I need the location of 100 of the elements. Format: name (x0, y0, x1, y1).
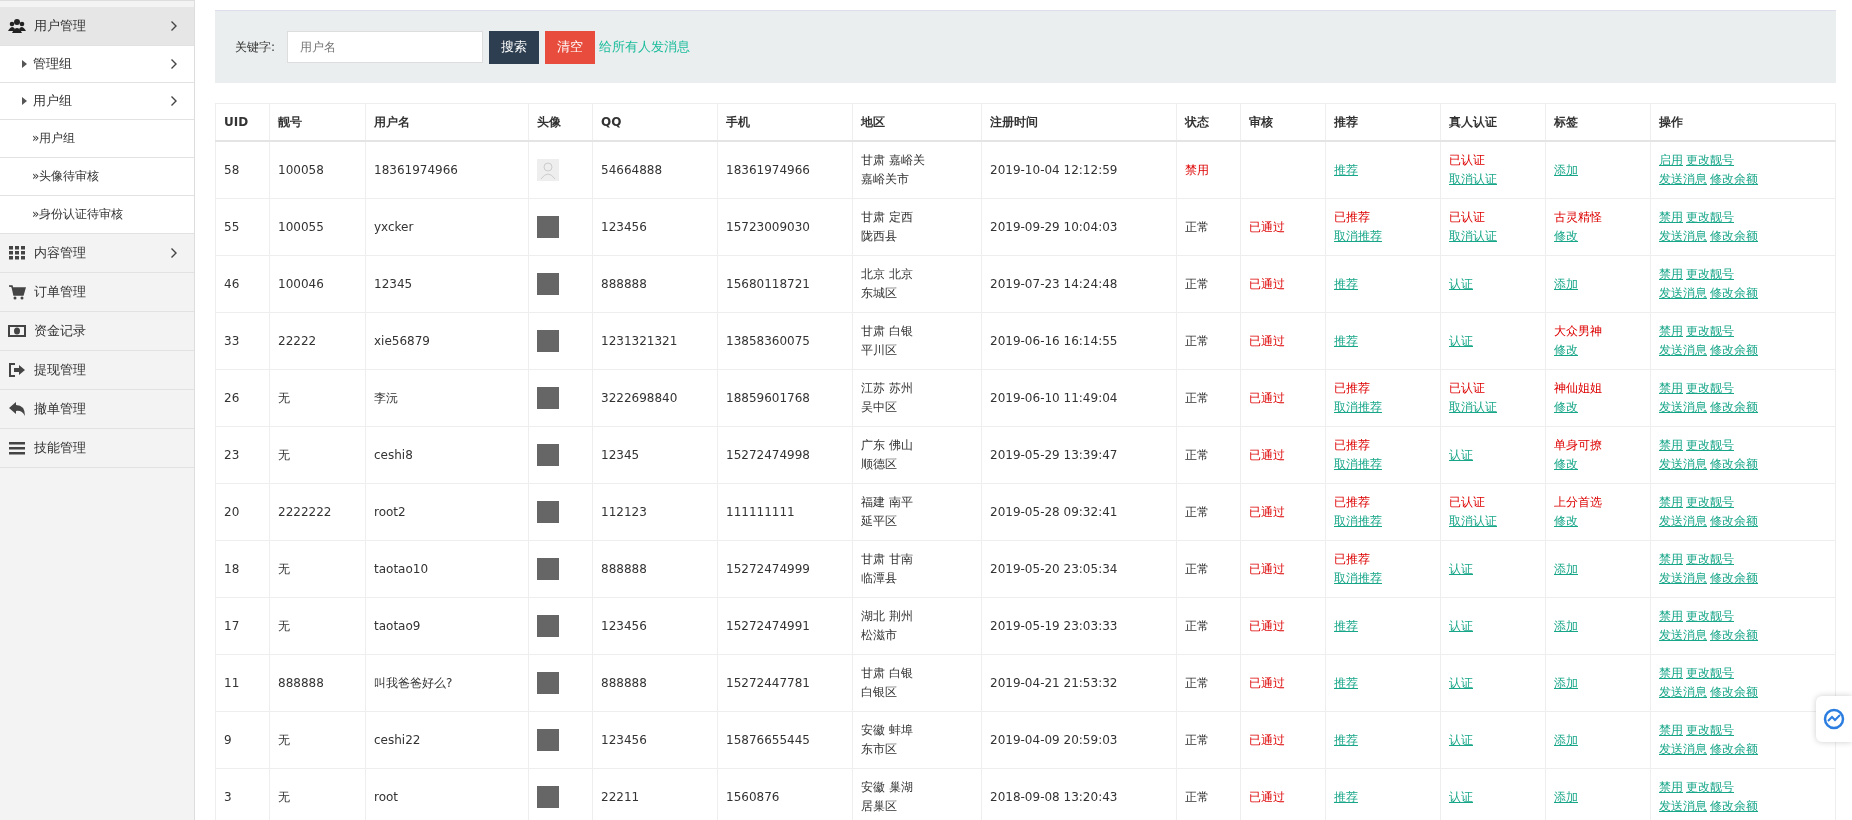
sidebar-item[interactable]: 资金记录 (0, 312, 194, 351)
submenu-link[interactable]: »用户组 (0, 120, 194, 158)
action-link[interactable]: 发送消息 (1659, 457, 1707, 471)
action-link[interactable]: 修改余额 (1710, 571, 1758, 585)
broadcast-message-link[interactable]: 给所有人发消息 (599, 38, 691, 56)
action-link[interactable]: 禁用 (1659, 609, 1683, 623)
action-link[interactable]: 取消认证 (1449, 170, 1497, 189)
submenu-item[interactable]: 管理组 (0, 46, 194, 83)
action-link[interactable]: 更改靓号 (1686, 438, 1734, 452)
floating-helper-button[interactable] (1816, 696, 1852, 742)
action-link[interactable]: 修改 (1554, 227, 1578, 246)
action-link[interactable]: 更改靓号 (1686, 780, 1734, 794)
action-link[interactable]: 添加 (1554, 616, 1578, 636)
action-link[interactable]: 发送消息 (1659, 514, 1707, 528)
sidebar-item[interactable]: 技能管理 (0, 429, 194, 468)
action-link[interactable]: 修改余额 (1710, 799, 1758, 813)
action-link[interactable]: 发送消息 (1659, 571, 1707, 585)
action-link[interactable]: 取消认证 (1449, 512, 1497, 531)
submenu-link[interactable]: »身份认证待审核 (0, 196, 194, 234)
action-link[interactable]: 添加 (1554, 787, 1578, 807)
action-link[interactable]: 更改靓号 (1686, 666, 1734, 680)
action-link[interactable]: 修改余额 (1710, 742, 1758, 756)
action-link[interactable]: 更改靓号 (1686, 324, 1734, 338)
action-link[interactable]: 推荐 (1334, 331, 1358, 351)
action-link[interactable]: 认证 (1449, 787, 1473, 807)
search-button[interactable]: 搜索 (489, 30, 540, 64)
action-link[interactable]: 修改 (1554, 455, 1578, 474)
action-link[interactable]: 发送消息 (1659, 628, 1707, 642)
action-link[interactable]: 推荐 (1334, 787, 1358, 807)
action-link[interactable]: 推荐 (1334, 730, 1358, 750)
clear-button[interactable]: 清空 (545, 30, 596, 64)
action-link[interactable]: 推荐 (1334, 616, 1358, 636)
action-link[interactable]: 发送消息 (1659, 685, 1707, 699)
sidebar-item[interactable]: 内容管理 (0, 234, 194, 273)
sidebar-item[interactable]: 提现管理 (0, 351, 194, 390)
search-field[interactable]: 用户名 (287, 31, 484, 63)
action-link[interactable]: 禁用 (1659, 495, 1683, 509)
action-link[interactable]: 更改靓号 (1686, 552, 1734, 566)
action-link[interactable]: 修改 (1554, 341, 1578, 360)
action-link[interactable]: 更改靓号 (1686, 153, 1734, 167)
action-link[interactable]: 修改余额 (1710, 172, 1758, 186)
action-link[interactable]: 禁用 (1659, 381, 1683, 395)
submenu-item[interactable]: 用户组 (0, 83, 194, 120)
action-link[interactable]: 更改靓号 (1686, 381, 1734, 395)
sidebar-item[interactable]: 订单管理 (0, 273, 194, 312)
action-link[interactable]: 发送消息 (1659, 742, 1707, 756)
action-link[interactable]: 认证 (1449, 274, 1473, 294)
action-link[interactable]: 取消推荐 (1334, 455, 1382, 474)
action-link[interactable]: 修改 (1554, 398, 1578, 417)
action-link[interactable]: 禁用 (1659, 666, 1683, 680)
submenu-link[interactable]: »头像待审核 (0, 158, 194, 196)
action-link[interactable]: 修改余额 (1710, 514, 1758, 528)
action-link[interactable]: 更改靓号 (1686, 609, 1734, 623)
action-link[interactable]: 取消推荐 (1334, 569, 1382, 588)
action-link[interactable]: 取消推荐 (1334, 398, 1382, 417)
action-link[interactable]: 更改靓号 (1686, 495, 1734, 509)
action-link[interactable]: 认证 (1449, 331, 1473, 351)
action-link[interactable]: 推荐 (1334, 160, 1358, 180)
action-link[interactable]: 禁用 (1659, 723, 1683, 737)
action-link[interactable]: 添加 (1554, 673, 1578, 693)
sidebar-item[interactable]: 用户管理 (0, 7, 194, 46)
action-link[interactable]: 启用 (1659, 153, 1683, 167)
action-link[interactable]: 取消认证 (1449, 398, 1497, 417)
action-link[interactable]: 认证 (1449, 445, 1473, 465)
action-link[interactable]: 修改余额 (1710, 457, 1758, 471)
action-link[interactable]: 推荐 (1334, 673, 1358, 693)
action-link[interactable]: 添加 (1554, 559, 1578, 579)
action-link[interactable]: 修改余额 (1710, 400, 1758, 414)
action-link[interactable]: 认证 (1449, 730, 1473, 750)
action-link[interactable]: 禁用 (1659, 780, 1683, 794)
action-link[interactable]: 发送消息 (1659, 172, 1707, 186)
action-link[interactable]: 修改余额 (1710, 343, 1758, 357)
sidebar-item[interactable]: 撤单管理 (0, 390, 194, 429)
action-link[interactable]: 更改靓号 (1686, 267, 1734, 281)
action-link[interactable]: 修改余额 (1710, 685, 1758, 699)
action-link[interactable]: 发送消息 (1659, 286, 1707, 300)
action-link[interactable]: 取消推荐 (1334, 512, 1382, 531)
action-link[interactable]: 发送消息 (1659, 400, 1707, 414)
action-link[interactable]: 推荐 (1334, 274, 1358, 294)
action-link[interactable]: 发送消息 (1659, 799, 1707, 813)
action-link[interactable]: 认证 (1449, 673, 1473, 693)
action-link[interactable]: 发送消息 (1659, 229, 1707, 243)
action-link[interactable]: 更改靓号 (1686, 210, 1734, 224)
action-link[interactable]: 禁用 (1659, 438, 1683, 452)
action-link[interactable]: 禁用 (1659, 324, 1683, 338)
action-link[interactable]: 修改 (1554, 512, 1578, 531)
action-link[interactable]: 修改余额 (1710, 229, 1758, 243)
action-link[interactable]: 禁用 (1659, 210, 1683, 224)
action-link[interactable]: 更改靓号 (1686, 723, 1734, 737)
action-link[interactable]: 取消推荐 (1334, 227, 1382, 246)
action-link[interactable]: 禁用 (1659, 552, 1683, 566)
action-link[interactable]: 添加 (1554, 730, 1578, 750)
action-link[interactable]: 认证 (1449, 559, 1473, 579)
action-link[interactable]: 修改余额 (1710, 286, 1758, 300)
action-link[interactable]: 认证 (1449, 616, 1473, 636)
action-link[interactable]: 添加 (1554, 274, 1578, 294)
action-link[interactable]: 发送消息 (1659, 343, 1707, 357)
action-link[interactable]: 添加 (1554, 160, 1578, 180)
action-link[interactable]: 禁用 (1659, 267, 1683, 281)
action-link[interactable]: 取消认证 (1449, 227, 1497, 246)
